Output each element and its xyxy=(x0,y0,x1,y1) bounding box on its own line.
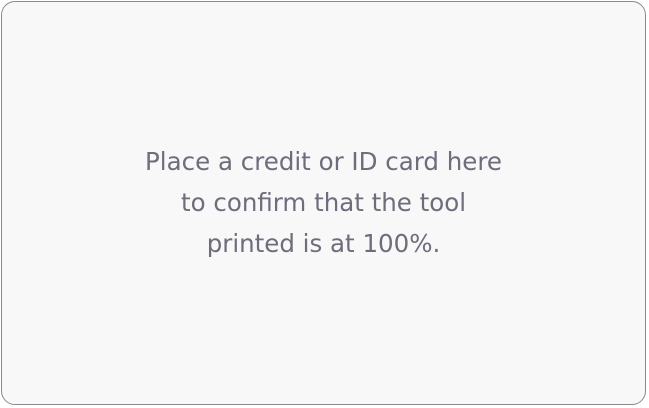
card-size-guide: Place a credit or ID card here to confir… xyxy=(1,1,646,405)
instruction-text: Place a credit or ID card here to confir… xyxy=(145,146,502,258)
